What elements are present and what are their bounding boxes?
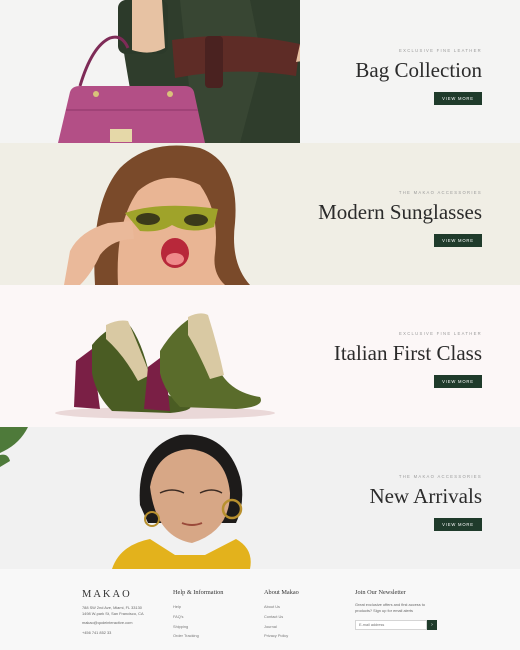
arrow-right-icon: ›: [431, 622, 433, 629]
footer-help-column: Help & Information Help FAQ's Shipping O…: [173, 589, 223, 641]
journal-link[interactable]: Journal: [264, 622, 299, 632]
contact-us-link[interactable]: Contact Us: [264, 612, 299, 622]
view-more-button[interactable]: VIEW MORE: [434, 92, 482, 105]
order-tracking-link[interactable]: Order Tracking: [173, 631, 223, 641]
eyebrow-text: Exclusive fine leather: [399, 331, 482, 336]
shoes-product-image: [55, 313, 275, 419]
eyebrow-text: The Makao accessories: [398, 474, 482, 479]
contact-email[interactable]: makao@qodeinteractive.com: [82, 620, 144, 626]
banner-title: Modern Sunglasses: [318, 200, 482, 224]
new-arrivals-model-image: [0, 427, 251, 569]
banner-text-2: The Makao accessories Modern Sunglasses …: [318, 190, 482, 247]
banner-title: Italian First Class: [333, 341, 482, 365]
help-link[interactable]: Help: [173, 602, 223, 612]
banner-modern-sunglasses: The Makao accessories Modern Sunglasses …: [0, 143, 520, 285]
about-links: About Us Contact Us Journal Privacy Poli…: [264, 602, 299, 641]
eyebrow-text: Exclusive fine leather: [399, 48, 482, 53]
privacy-policy-link[interactable]: Privacy Policy: [264, 631, 299, 641]
footer-logo[interactable]: MAKAO: [82, 589, 144, 600]
eyebrow-text: The Makao accessories: [398, 190, 482, 195]
banner-title: Bag Collection: [355, 58, 482, 82]
banner-text-4: The Makao accessories New Arrivals VIEW …: [369, 474, 482, 531]
contact-phone: +456 741 852 33: [82, 629, 112, 635]
sunglasses-model-image: [64, 145, 251, 285]
banner-title: New Arrivals: [369, 484, 482, 508]
banner-new-arrivals: The Makao accessories New Arrivals VIEW …: [0, 427, 520, 569]
newsletter-heading: Join Our Newsletter: [355, 589, 406, 596]
bag-model-image: [58, 0, 300, 143]
footer-newsletter-column: Join Our Newsletter Great exclusive offe…: [355, 589, 437, 631]
newsletter-submit-button[interactable]: ›: [427, 620, 437, 631]
banner-italian-first-class: Exclusive fine leather Italian First Cla…: [0, 285, 520, 427]
footer-contact-column: MAKAO 788 SW 2nd Ave, Miami, FL 33130 14…: [82, 589, 144, 636]
shipping-link[interactable]: Shipping: [173, 622, 223, 632]
newsletter-form: ›: [355, 620, 437, 631]
about-heading: About Makao: [264, 589, 299, 596]
banner-text-3: Exclusive fine leather Italian First Cla…: [334, 331, 482, 388]
about-us-link[interactable]: About Us: [264, 602, 299, 612]
newsletter-email-input[interactable]: [355, 620, 427, 631]
help-links: Help FAQ's Shipping Order Tracking: [173, 602, 223, 641]
faq-link[interactable]: FAQ's: [173, 612, 223, 622]
view-more-button[interactable]: VIEW MORE: [434, 234, 482, 247]
view-more-button[interactable]: VIEW MORE: [434, 375, 482, 388]
help-heading: Help & Information: [173, 589, 224, 596]
footer-about-column: About Makao About Us Contact Us Journal …: [264, 589, 299, 641]
view-more-button[interactable]: VIEW MORE: [434, 518, 482, 531]
banner-text-1: Exclusive fine leather Bag Collection VI…: [355, 48, 482, 105]
newsletter-text-2: products? Sign up for email alerts: [355, 608, 413, 614]
address-line-2: 1498 W-park St, San Francisco, CA: [82, 611, 144, 617]
banner-bag-collection: Exclusive fine leather Bag Collection VI…: [0, 0, 520, 143]
site-footer: MAKAO 788 SW 2nd Ave, Miami, FL 33130 14…: [0, 569, 520, 650]
